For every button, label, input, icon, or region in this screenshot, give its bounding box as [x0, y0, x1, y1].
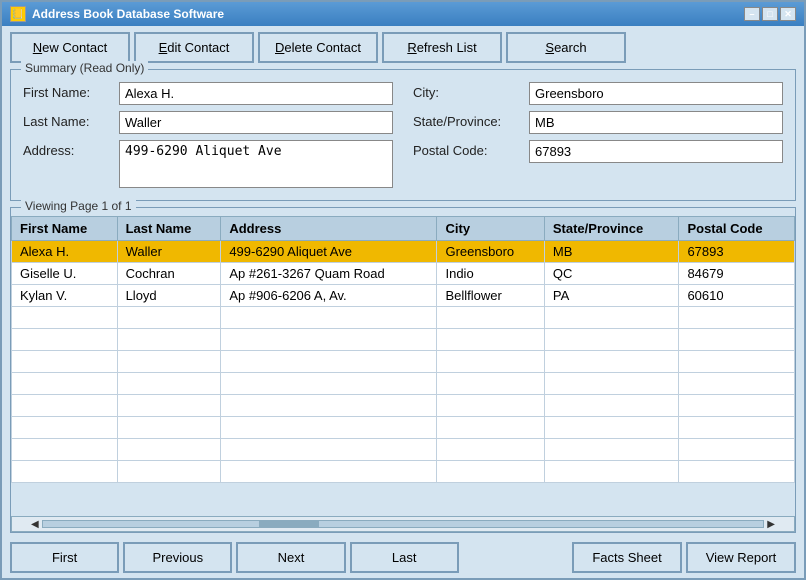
- table-row-empty: [12, 395, 795, 417]
- previous-button[interactable]: Previous: [123, 542, 232, 573]
- close-button[interactable]: ✕: [780, 7, 796, 21]
- refresh-list-button[interactable]: Refresh List: [382, 32, 502, 63]
- viewing-panel: Viewing Page 1 of 1 First Name Last Name…: [10, 207, 796, 533]
- next-button[interactable]: Next: [236, 542, 345, 573]
- table-row[interactable]: Alexa H. Waller 499-6290 Aliquet Ave Gre…: [12, 241, 795, 263]
- refresh-list-label: Refresh List: [407, 40, 476, 55]
- col-first-name: First Name: [12, 217, 118, 241]
- scrollbar-thumb[interactable]: [259, 521, 319, 527]
- window-controls: – □ ✕: [744, 7, 796, 21]
- cell-first: Giselle U.: [12, 263, 118, 285]
- address-row: Address: 499-6290 Aliquet Ave: [23, 140, 393, 188]
- cell-last: Lloyd: [117, 285, 221, 307]
- table-row-empty: [12, 417, 795, 439]
- last-name-row: Last Name:: [23, 111, 393, 134]
- city-label: City:: [413, 82, 523, 100]
- postal-input[interactable]: [529, 140, 783, 163]
- cell-last: Waller: [117, 241, 221, 263]
- summary-form: First Name: Last Name: Address: 499-6290…: [23, 82, 783, 188]
- cell-address: Ap #261-3267 Quam Road: [221, 263, 437, 285]
- view-report-label: View Report: [706, 550, 777, 565]
- col-city: City: [437, 217, 544, 241]
- delete-contact-label: Delete Contact: [275, 40, 361, 55]
- previous-label: Previous: [153, 550, 204, 565]
- col-address: Address: [221, 217, 437, 241]
- last-name-label: Last Name:: [23, 111, 113, 129]
- state-input[interactable]: [529, 111, 783, 134]
- last-label: Last: [392, 550, 417, 565]
- cell-postal: 67893: [679, 241, 795, 263]
- address-input[interactable]: 499-6290 Aliquet Ave: [119, 140, 393, 188]
- cell-state: PA: [544, 285, 679, 307]
- table-row-empty: [12, 461, 795, 483]
- search-label: Search: [545, 40, 586, 55]
- titlebar: 📒 Address Book Database Software – □ ✕: [2, 2, 804, 26]
- window-title: Address Book Database Software: [32, 7, 224, 21]
- cell-city: Bellflower: [437, 285, 544, 307]
- summary-left: First Name: Last Name: Address: 499-6290…: [23, 82, 393, 188]
- minimize-button[interactable]: –: [744, 7, 760, 21]
- cell-city: Greensboro: [437, 241, 544, 263]
- next-label: Next: [278, 550, 305, 565]
- bottom-toolbar: First Previous Next Last Facts Sheet Vie…: [2, 537, 804, 578]
- col-last-name: Last Name: [117, 217, 221, 241]
- first-button[interactable]: First: [10, 542, 119, 573]
- facts-sheet-label: Facts Sheet: [592, 550, 661, 565]
- state-row: State/Province:: [413, 111, 783, 134]
- address-label: Address:: [23, 140, 113, 158]
- table-header-row: First Name Last Name Address City State/…: [12, 217, 795, 241]
- table-row[interactable]: Giselle U. Cochran Ap #261-3267 Quam Roa…: [12, 263, 795, 285]
- first-name-row: First Name:: [23, 82, 393, 105]
- first-name-input[interactable]: [119, 82, 393, 105]
- cell-state: MB: [544, 241, 679, 263]
- new-contact-button[interactable]: New Contact: [10, 32, 130, 63]
- cell-first: Alexa H.: [12, 241, 118, 263]
- new-contact-label: New Contact: [33, 40, 107, 55]
- contact-table-container: First Name Last Name Address City State/…: [11, 216, 795, 516]
- table-row-empty: [12, 307, 795, 329]
- horizontal-scrollbar[interactable]: ◀ ▶: [11, 516, 795, 532]
- viewing-label: Viewing Page 1 of 1: [21, 199, 136, 213]
- cell-last: Cochran: [117, 263, 221, 285]
- cell-first: Kylan V.: [12, 285, 118, 307]
- maximize-button[interactable]: □: [762, 7, 778, 21]
- scrollbar-track[interactable]: [42, 520, 765, 528]
- cell-address: Ap #906-6206 A, Av.: [221, 285, 437, 307]
- contact-table: First Name Last Name Address City State/…: [11, 216, 795, 483]
- table-row[interactable]: Kylan V. Lloyd Ap #906-6206 A, Av. Bellf…: [12, 285, 795, 307]
- postal-row: Postal Code:: [413, 140, 783, 163]
- last-name-input[interactable]: [119, 111, 393, 134]
- first-label: First: [52, 550, 77, 565]
- summary-panel: Summary (Read Only) First Name: Last Nam…: [10, 69, 796, 201]
- scroll-right-arrow[interactable]: ▶: [764, 519, 778, 530]
- table-row-empty: [12, 329, 795, 351]
- col-postal: Postal Code: [679, 217, 795, 241]
- scroll-left-arrow[interactable]: ◀: [28, 519, 42, 530]
- view-report-button[interactable]: View Report: [686, 542, 796, 573]
- summary-right: City: State/Province: Postal Code:: [413, 82, 783, 188]
- facts-sheet-button[interactable]: Facts Sheet: [572, 542, 682, 573]
- cell-city: Indio: [437, 263, 544, 285]
- last-button[interactable]: Last: [350, 542, 459, 573]
- state-label: State/Province:: [413, 111, 523, 129]
- first-name-label: First Name:: [23, 82, 113, 100]
- city-row: City:: [413, 82, 783, 105]
- cell-state: QC: [544, 263, 679, 285]
- table-row-empty: [12, 373, 795, 395]
- app-icon: 📒: [10, 6, 26, 22]
- postal-label: Postal Code:: [413, 140, 523, 158]
- main-window: 📒 Address Book Database Software – □ ✕ N…: [0, 0, 806, 580]
- summary-label: Summary (Read Only): [21, 61, 148, 75]
- table-row-empty: [12, 351, 795, 373]
- table-row-empty: [12, 439, 795, 461]
- search-button[interactable]: Search: [506, 32, 626, 63]
- cell-postal: 84679: [679, 263, 795, 285]
- city-input[interactable]: [529, 82, 783, 105]
- edit-contact-button[interactable]: Edit Contact: [134, 32, 254, 63]
- cell-postal: 60610: [679, 285, 795, 307]
- edit-contact-label: Edit Contact: [159, 40, 230, 55]
- cell-address: 499-6290 Aliquet Ave: [221, 241, 437, 263]
- col-state: State/Province: [544, 217, 679, 241]
- delete-contact-button[interactable]: Delete Contact: [258, 32, 378, 63]
